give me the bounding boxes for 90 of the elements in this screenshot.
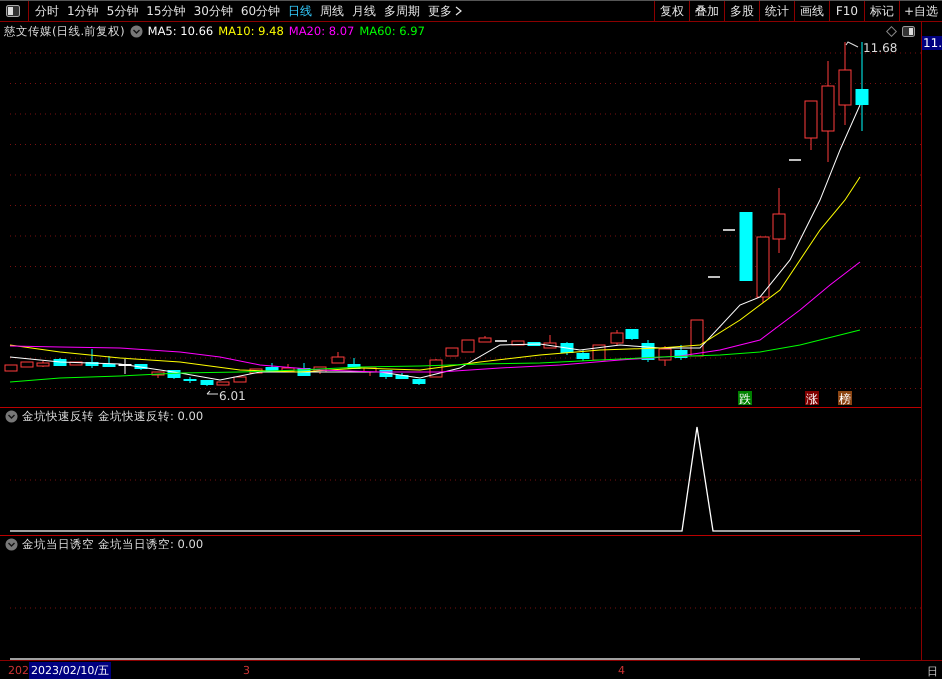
candlestick <box>332 352 344 364</box>
candlestick <box>674 344 688 360</box>
cursor-date: 2023/02/10/五 <box>29 662 112 679</box>
period-label: 日 <box>927 664 938 679</box>
candlestick <box>396 372 408 380</box>
toolbar-button[interactable]: 标记 <box>864 1 899 21</box>
candlestick <box>348 358 360 370</box>
candlestick <box>626 328 638 340</box>
candlestick <box>200 380 214 386</box>
candlestick <box>184 376 196 384</box>
indicator-value: MA20: 8.07 <box>288 24 354 38</box>
indicator-value: MA60: 6.97 <box>359 24 425 38</box>
axis-label: 4 <box>618 664 625 677</box>
indicator-value: 金坑快速反转: 0.00 <box>98 409 204 424</box>
leader-line <box>846 41 858 48</box>
period-tab[interactable]: 60分钟 <box>236 2 284 20</box>
toolbar-button[interactable]: 复权 <box>654 1 689 21</box>
toolbar-button[interactable]: 统计 <box>758 1 794 21</box>
chart-title: 慈文传媒(日线.前复权) <box>4 24 125 38</box>
dropdown-icon[interactable] <box>5 410 18 423</box>
candlestick <box>266 362 278 372</box>
candlestick <box>576 350 590 362</box>
candlestick <box>102 356 116 368</box>
period-tab[interactable]: 分时 <box>31 2 63 20</box>
candlestick <box>723 229 735 231</box>
signal-badge: 涨 <box>805 391 819 406</box>
candlestick <box>789 159 801 161</box>
dropdown-icon[interactable] <box>130 24 143 38</box>
candlestick <box>528 342 540 346</box>
candlestick <box>36 360 50 368</box>
candlestick <box>412 378 426 386</box>
indicator-title: 金坑当日诱空 <box>22 537 94 552</box>
toolbar-button[interactable]: 画线 <box>794 1 829 21</box>
dropdown-icon[interactable] <box>5 538 18 551</box>
panel-toggle-icon[interactable] <box>902 26 915 36</box>
candlestick <box>298 362 310 376</box>
candlestick <box>134 364 148 370</box>
period-tab[interactable]: 多周期 <box>380 2 424 20</box>
candlestick <box>544 334 556 348</box>
period-tab[interactable]: 30分钟 <box>190 2 237 20</box>
candlestick <box>86 348 98 368</box>
chevron-right-icon <box>455 6 462 16</box>
toolbar-button[interactable]: 叠加 <box>688 1 724 21</box>
candlestick <box>70 362 82 366</box>
high-price-label: 11.68 <box>863 41 898 55</box>
toolbar-button[interactable]: F10 <box>828 1 864 21</box>
candlestick <box>756 236 770 304</box>
candlestick <box>250 368 262 374</box>
indicator-title: 金坑快速反转 <box>22 409 94 424</box>
period-tab[interactable]: 5分钟 <box>102 2 142 20</box>
candlestick <box>478 336 492 342</box>
axis-label: 3 <box>243 664 250 677</box>
candlestick <box>282 364 294 372</box>
candlestick <box>4 364 18 372</box>
candlestick <box>20 362 34 368</box>
more-button[interactable]: 更多 <box>424 2 466 20</box>
toolbar-button[interactable]: 多股 <box>724 1 759 21</box>
candlestick <box>512 340 524 346</box>
price-tag: 11. <box>922 36 942 50</box>
candlestick <box>364 368 376 376</box>
period-tab[interactable]: 月线 <box>348 2 380 20</box>
indicator-value: MA5: 10.66 <box>148 24 214 38</box>
candlestick <box>610 330 624 346</box>
candlestick <box>234 376 246 382</box>
period-tab[interactable]: 15分钟 <box>142 2 190 20</box>
candlestick <box>708 276 720 278</box>
period-tab[interactable]: 1分钟 <box>63 2 103 20</box>
axis-label: 202 <box>8 664 29 677</box>
candlestick <box>772 188 786 254</box>
candlestick <box>462 340 474 352</box>
candlestick <box>152 372 164 378</box>
candlestick <box>495 340 507 342</box>
candlestick <box>118 358 132 374</box>
candlestick <box>216 382 230 386</box>
candlestick <box>314 366 326 374</box>
low-price-label: 6.01 <box>219 389 246 403</box>
leader-line <box>206 390 218 394</box>
candlestick <box>690 320 704 356</box>
period-tab[interactable]: 周线 <box>316 2 348 20</box>
candlestick <box>804 100 818 150</box>
diamond-icon[interactable] <box>886 26 897 36</box>
candlestick <box>658 346 672 366</box>
candlestick <box>740 212 752 282</box>
candlestick <box>446 348 458 356</box>
signal-badge: 跌 <box>738 391 752 406</box>
indicator-value: MA10: 9.48 <box>218 24 284 38</box>
toolbar-button[interactable]: +自选 <box>898 1 942 21</box>
indicator-value: 金坑当日诱空: 0.00 <box>98 537 204 552</box>
signal-badge: 榜 <box>838 391 852 406</box>
period-tab[interactable]: 日线 <box>284 2 316 20</box>
